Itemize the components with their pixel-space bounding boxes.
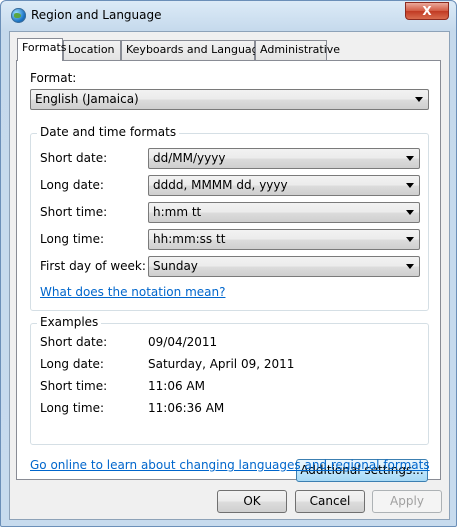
short-date-select[interactable]: dd/MM/yyyy	[148, 148, 420, 169]
first-day-of-week-select[interactable]: Sunday	[148, 256, 420, 277]
notation-help-link[interactable]: What does the notation mean?	[40, 285, 225, 299]
examples-title: Examples	[37, 315, 102, 329]
close-button[interactable]: X	[405, 2, 449, 20]
ok-button[interactable]: OK	[217, 490, 287, 513]
window-title: Region and Language	[31, 8, 162, 22]
first-day-of-week-value: Sunday	[153, 259, 198, 273]
long-time-value: hh:mm:ss tt	[153, 232, 226, 246]
example-short-date-value: 09/04/2011	[148, 335, 218, 349]
first-day-of-week-label: First day of week:	[40, 259, 146, 273]
examples-group: Examples Short date: 09/04/2011 Long dat…	[30, 315, 429, 445]
formats-panel: Format: English (Jamaica) Date and time …	[16, 60, 441, 482]
tab-formats[interactable]: Formats	[17, 38, 67, 61]
example-long-time-value: 11:06:36 AM	[148, 401, 225, 415]
apply-button[interactable]: Apply	[372, 490, 442, 513]
format-label: Format:	[30, 71, 77, 85]
chevron-down-icon	[406, 183, 414, 188]
format-select[interactable]: English (Jamaica)	[30, 89, 429, 110]
cancel-button[interactable]: Cancel	[295, 490, 365, 513]
region-language-window: Region and Language X Formats Location K…	[0, 0, 457, 527]
long-time-label: Long time:	[40, 232, 105, 246]
long-date-label: Long date:	[40, 178, 104, 192]
long-time-select[interactable]: hh:mm:ss tt	[148, 229, 420, 250]
globe-icon	[11, 8, 26, 23]
tab-keyboards-and-languages[interactable]: Keyboards and Languages	[121, 40, 271, 60]
date-time-formats-group: Date and time formats Short date: dd/MM/…	[30, 125, 429, 311]
chevron-down-icon	[406, 210, 414, 215]
short-date-label: Short date:	[40, 151, 108, 165]
chevron-down-icon	[415, 97, 423, 102]
chevron-down-icon	[406, 156, 414, 161]
chevron-down-icon	[406, 237, 414, 242]
tab-administrative[interactable]: Administrative	[255, 40, 340, 60]
tab-location[interactable]: Location	[63, 40, 121, 60]
online-help-link[interactable]: Go online to learn about changing langua…	[30, 458, 430, 472]
short-time-select[interactable]: h:mm tt	[148, 202, 420, 223]
example-long-date-value: Saturday, April 09, 2011	[148, 357, 295, 371]
chevron-down-icon	[406, 264, 414, 269]
short-time-label: Short time:	[40, 205, 108, 219]
long-date-value: dddd, MMMM dd, yyyy	[153, 178, 288, 192]
example-short-time-value: 11:06 AM	[148, 379, 205, 393]
date-time-formats-title: Date and time formats	[37, 125, 180, 139]
format-value: English (Jamaica)	[35, 92, 139, 106]
example-short-time-label: Short time:	[40, 379, 108, 393]
title-bar[interactable]: Region and Language X	[1, 1, 458, 31]
example-long-time-label: Long time:	[40, 401, 105, 415]
short-time-value: h:mm tt	[153, 205, 202, 219]
short-date-value: dd/MM/yyyy	[153, 151, 226, 165]
dialog-body: Formats Location Keyboards and Languages…	[9, 31, 450, 520]
long-date-select[interactable]: dddd, MMMM dd, yyyy	[148, 175, 420, 196]
example-short-date-label: Short date:	[40, 335, 108, 349]
example-long-date-label: Long date:	[40, 357, 104, 371]
